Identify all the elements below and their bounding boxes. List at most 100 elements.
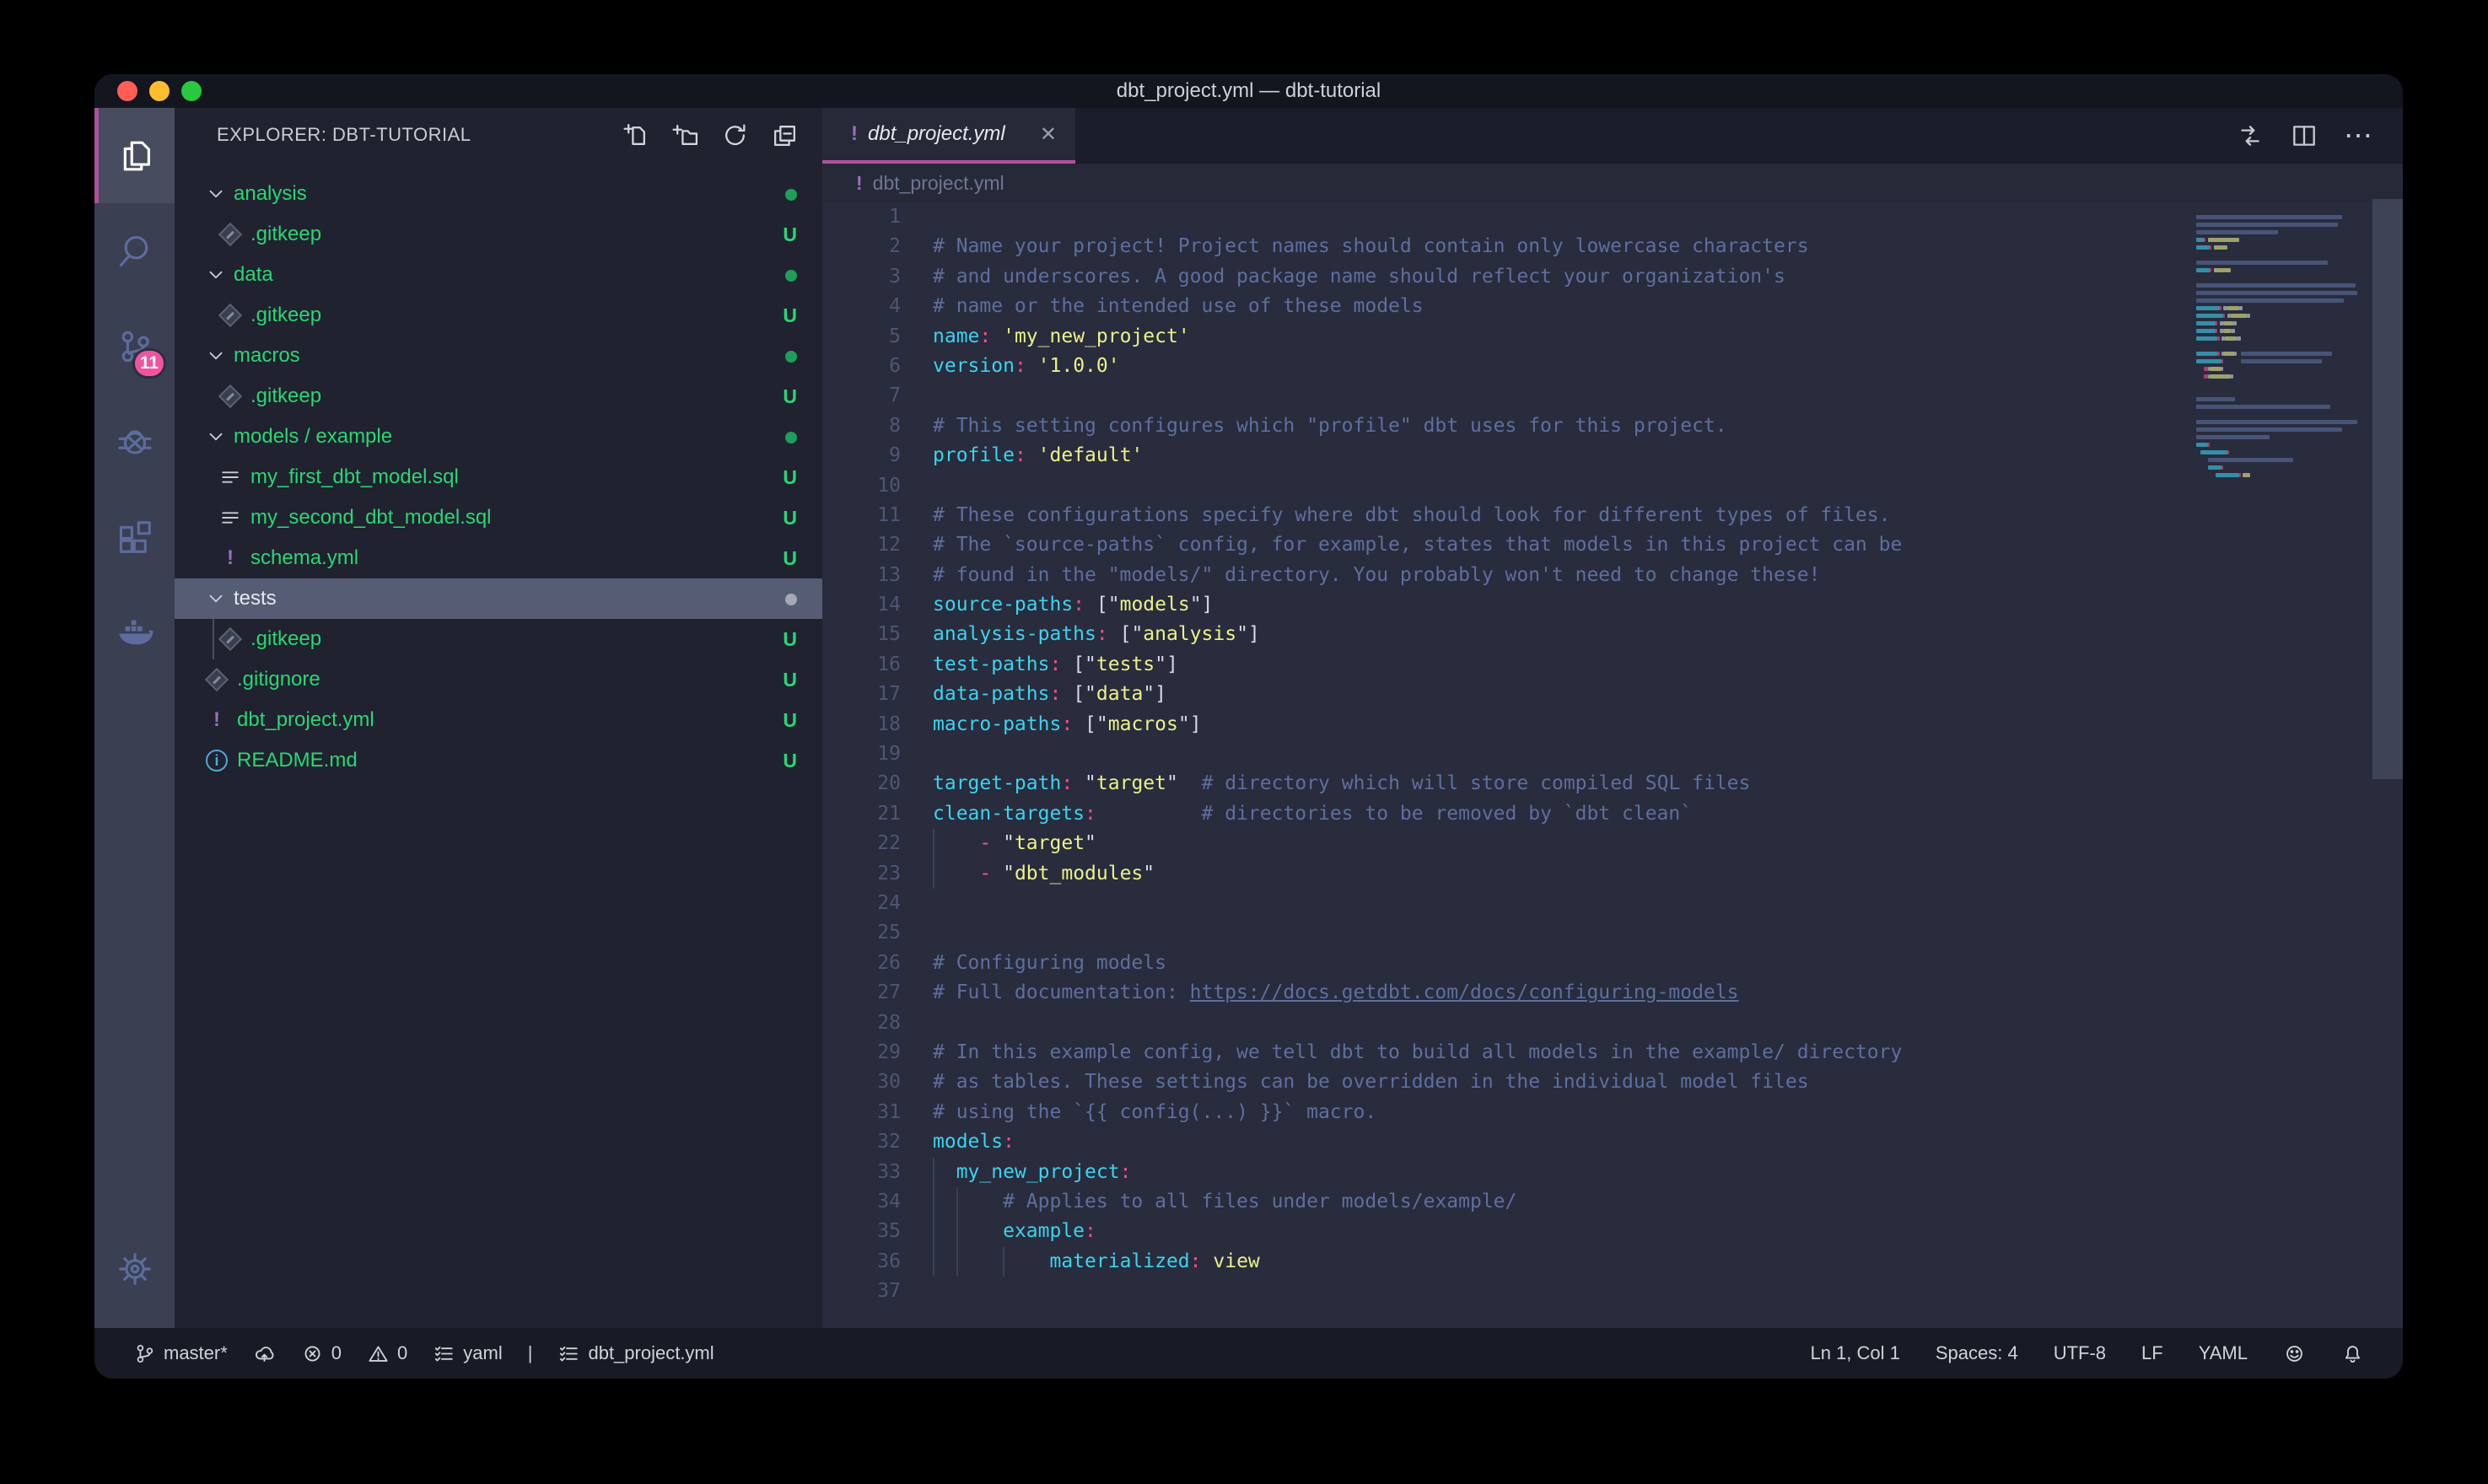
collapse-folders-button[interactable] — [771, 121, 799, 149]
yaml-bang-icon: ! — [227, 546, 234, 570]
indent-guide — [956, 1187, 958, 1217]
tree-item-label: .gitkeep — [250, 223, 773, 246]
minimap-line — [2196, 471, 2369, 479]
code-line-2: 2# Name your project! Project names shou… — [822, 232, 2403, 261]
line-number: 29 — [822, 1038, 901, 1067]
zoom-window-button[interactable] — [181, 81, 202, 101]
new-file-button[interactable] — [622, 121, 649, 149]
status-notifications[interactable] — [2341, 1342, 2364, 1365]
tree-item-label: my_second_dbt_model.sql — [250, 506, 773, 530]
minimap-line — [2196, 297, 2369, 304]
code-line-14: 14source-paths: ["models"] — [822, 590, 2403, 620]
code-line-22: 22 - "target" — [822, 829, 2403, 858]
line-number: 35 — [822, 1217, 901, 1246]
git-untracked-badge: U — [783, 304, 797, 327]
git-untracked-badge: U — [783, 709, 797, 732]
status-error-count[interactable]: 0 — [301, 1342, 342, 1365]
open-changes-button[interactable] — [2236, 121, 2265, 150]
explorer-actions — [622, 121, 799, 149]
minimap[interactable] — [2196, 206, 2369, 487]
tree-file--gitignore[interactable]: .gitignoreU — [175, 659, 822, 700]
code-line-33: 33 my_new_project: — [822, 1158, 2403, 1187]
editor-group: ! dbt_project.yml ✕ ⋯ ! dbt_project.yml … — [822, 108, 2403, 1328]
activity-item-explorer[interactable] — [94, 108, 175, 203]
file-tree: analysis .gitkeep Udata .gitkeep Umacros .git… — [175, 174, 822, 781]
line-number: 1 — [822, 202, 901, 232]
tree-folder-macros[interactable]: macros — [175, 336, 822, 376]
tree-item-label: tests — [234, 587, 775, 610]
code-line-10: 10 — [822, 471, 2403, 501]
error-icon — [301, 1342, 324, 1365]
refresh-explorer-button[interactable] — [721, 121, 749, 149]
status-language-mode[interactable]: YAML — [2199, 1342, 2248, 1364]
activity-item-manage[interactable] — [94, 1221, 175, 1316]
activity-item-extensions[interactable] — [94, 489, 175, 584]
code-line-30: 30# as tables. These settings can be ove… — [822, 1067, 2403, 1097]
tree-file-my-second-dbt-model-sql[interactable]: my_second_dbt_model.sqlU — [175, 497, 822, 538]
indent-guide — [933, 1187, 934, 1217]
tree-folder-data[interactable]: data — [175, 255, 822, 295]
tree-file-my-first-dbt-model-sql[interactable]: my_first_dbt_model.sqlU — [175, 457, 822, 497]
status-git-branch-status[interactable]: master* — [133, 1342, 228, 1365]
split-editor-button[interactable] — [2290, 121, 2318, 150]
status-publish-changes[interactable] — [253, 1342, 276, 1365]
tree-file--gitkeep[interactable]: .gitkeepU — [175, 376, 822, 417]
tree-folder-tests[interactable]: tests — [175, 578, 822, 619]
tab-dbt-project-yml[interactable]: ! dbt_project.yml ✕ — [822, 108, 1075, 164]
minimap-line — [2196, 274, 2369, 282]
status-label: yaml — [463, 1342, 502, 1364]
code-line-16: 16test-paths: ["tests"] — [822, 650, 2403, 680]
window-controls — [117, 81, 202, 101]
code-editor[interactable]: 12# Name your project! Project names sho… — [822, 202, 2403, 1328]
tree-file-schema-yml[interactable]: !schema.ymlU — [175, 538, 822, 578]
status-end-of-line[interactable]: LF — [2141, 1342, 2163, 1364]
more-actions-button[interactable]: ⋯ — [2344, 127, 2374, 144]
status-cursor-position[interactable]: Ln 1, Col 1 — [1810, 1342, 1899, 1364]
line-number: 26 — [822, 949, 901, 978]
status-outline-language[interactable]: yaml — [433, 1342, 502, 1365]
close-tab-icon[interactable]: ✕ — [1040, 122, 1057, 147]
status-label: 0 — [397, 1342, 407, 1364]
editor-scrollbar[interactable] — [2372, 199, 2403, 779]
tree-file-dbt-project-yml[interactable]: !dbt_project.ymlU — [175, 700, 822, 740]
line-number: 23 — [822, 859, 901, 889]
indent-guide — [933, 1217, 934, 1246]
minimap-line — [2196, 358, 2369, 365]
code-line-32: 32models: — [822, 1127, 2403, 1157]
close-window-button[interactable] — [117, 81, 137, 101]
line-number: 36 — [822, 1247, 901, 1277]
status-label: Ln 1, Col 1 — [1810, 1342, 1899, 1364]
tree-file--gitkeep[interactable]: .gitkeep U — [175, 295, 822, 336]
code-line-9: 9profile: 'default' — [822, 441, 2403, 470]
status-feedback[interactable] — [2283, 1342, 2306, 1365]
minimap-line — [2196, 464, 2369, 471]
tree-folder-models-example[interactable]: models / example — [175, 417, 822, 457]
activity-item-run-and-debug[interactable] — [94, 394, 175, 489]
activity-item-search[interactable] — [94, 203, 175, 298]
yaml-bang-icon: ! — [213, 708, 220, 732]
tree-item-label: .gitkeep — [250, 304, 773, 327]
line-number: 20 — [822, 769, 901, 798]
status-encoding[interactable]: UTF-8 — [2054, 1342, 2106, 1364]
code-line-7: 7 — [822, 381, 2403, 411]
breadcrumb[interactable]: ! dbt_project.yml — [822, 164, 2403, 202]
line-number: 4 — [822, 292, 901, 321]
line-number: 3 — [822, 262, 901, 292]
activity-item-docker[interactable] — [94, 584, 175, 680]
tree-file--gitkeep[interactable]: .gitkeepU — [175, 619, 822, 659]
status-label: dbt_project.yml — [588, 1342, 714, 1364]
tree-item-label: README.md — [237, 749, 773, 772]
code-line-34: 34 # Applies to all files under models/e… — [822, 1187, 2403, 1217]
status-indentation[interactable]: Spaces: 4 — [1936, 1342, 2018, 1364]
status-outline-file[interactable]: dbt_project.yml — [557, 1342, 714, 1365]
minimap-line — [2196, 395, 2369, 403]
activity-item-source-control[interactable]: 11 — [94, 298, 175, 394]
git-modified-dot — [785, 264, 797, 287]
indent-guide — [933, 859, 934, 889]
tree-folder-analysis[interactable]: analysis — [175, 174, 822, 214]
tree-file-readme-md[interactable]: iREADME.mdU — [175, 740, 822, 781]
new-folder-button[interactable] — [671, 121, 699, 149]
tree-file--gitkeep[interactable]: .gitkeepU — [175, 214, 822, 255]
status-warning-count[interactable]: 0 — [367, 1342, 407, 1365]
minimize-window-button[interactable] — [149, 81, 170, 101]
